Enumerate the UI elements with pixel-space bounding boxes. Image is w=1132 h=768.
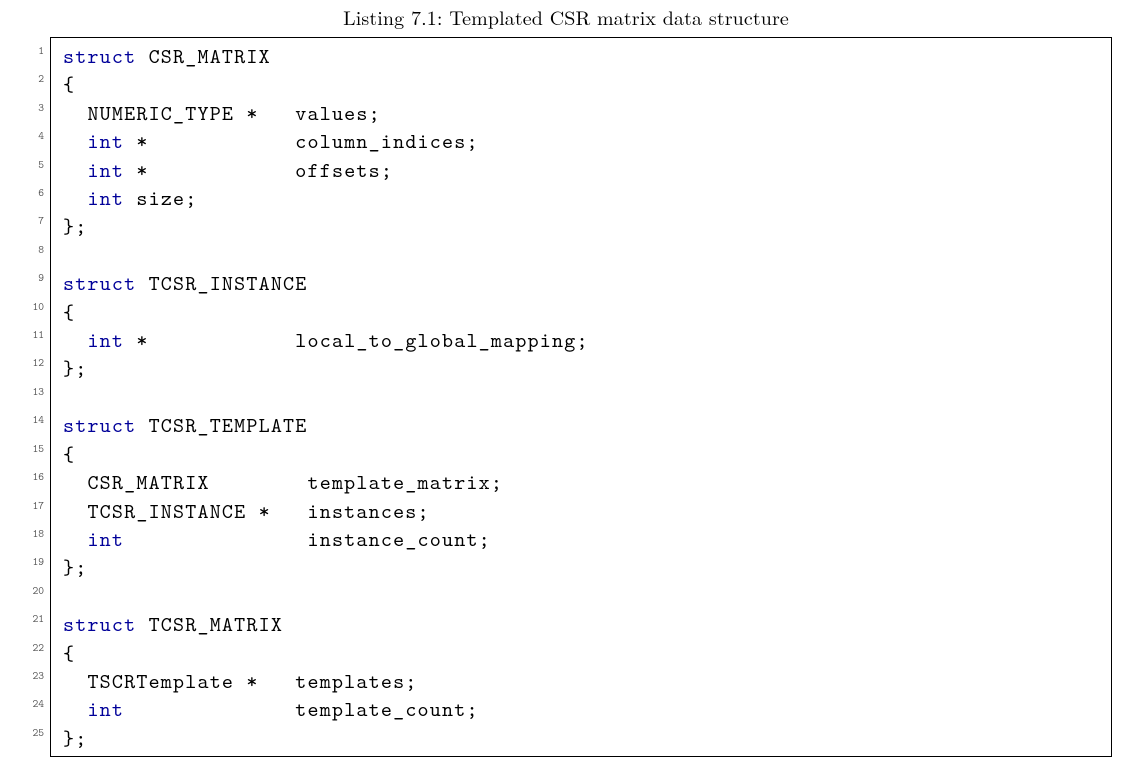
- line-number: 11: [20, 321, 44, 349]
- code-text: [63, 326, 87, 354]
- code-line: };: [63, 553, 1099, 581]
- line-number-gutter: 1234567891011121314151617181920212223242…: [20, 37, 50, 757]
- code-text: size;: [124, 184, 197, 212]
- code-box: struct CSR_MATRIX{ NUMERIC_TYPE * values…: [50, 37, 1112, 757]
- code-text: TCSR_INSTANCE * instances;: [63, 497, 430, 525]
- line-number: 7: [20, 207, 44, 235]
- line-number: 4: [20, 122, 44, 150]
- keyword: int: [87, 127, 124, 155]
- line-number: 1: [20, 37, 44, 65]
- code-text: TCSR_TEMPLATE: [136, 411, 307, 439]
- code-line: };: [63, 354, 1099, 382]
- code-line: int size;: [63, 184, 1099, 212]
- line-number: 12: [20, 349, 44, 377]
- code-line: int * column_indices;: [63, 127, 1099, 155]
- code-line: [63, 383, 1099, 411]
- line-number: 14: [20, 406, 44, 434]
- line-number: 3: [20, 94, 44, 122]
- code-line: {: [63, 440, 1099, 468]
- listing: 1234567891011121314151617181920212223242…: [20, 37, 1112, 757]
- keyword: struct: [63, 42, 136, 70]
- page: Listing 7.1: Templated CSR matrix data s…: [0, 2, 1132, 768]
- code-line: {: [63, 298, 1099, 326]
- code-text: * local_to_global_mapping;: [124, 326, 589, 354]
- code-line: {: [63, 70, 1099, 98]
- line-number: 23: [20, 662, 44, 690]
- code-text: * offsets;: [124, 156, 393, 184]
- line-number: 20: [20, 577, 44, 605]
- line-number: 6: [20, 179, 44, 207]
- line-number: 22: [20, 634, 44, 662]
- code-text: };: [63, 553, 87, 581]
- code-line: struct TCSR_TEMPLATE: [63, 411, 1099, 439]
- code-line: [63, 582, 1099, 610]
- code-line: struct TCSR_INSTANCE: [63, 269, 1099, 297]
- code-text: TCSR_INSTANCE: [136, 269, 307, 297]
- keyword: struct: [63, 269, 136, 297]
- code-line: struct TCSR_MATRIX: [63, 610, 1099, 638]
- code-text: CSR_MATRIX template_matrix;: [63, 468, 503, 496]
- code-line: CSR_MATRIX template_matrix;: [63, 468, 1099, 496]
- code-line: NUMERIC_TYPE * values;: [63, 99, 1099, 127]
- code-line: {: [63, 639, 1099, 667]
- line-number: 25: [20, 719, 44, 747]
- code-line: int template_count;: [63, 695, 1099, 723]
- code-text: TSCRTemplate * templates;: [63, 667, 418, 695]
- code-text: {: [63, 639, 75, 667]
- line-number: 16: [20, 463, 44, 491]
- line-number: 9: [20, 264, 44, 292]
- code-text: {: [63, 298, 75, 326]
- keyword: int: [87, 156, 124, 184]
- keyword: struct: [63, 610, 136, 638]
- code-line: };: [63, 212, 1099, 240]
- keyword: int: [87, 184, 124, 212]
- keyword: int: [87, 326, 124, 354]
- code-text: };: [63, 354, 87, 382]
- code-text: };: [63, 724, 87, 752]
- code-text: * column_indices;: [124, 127, 479, 155]
- line-number: 21: [20, 605, 44, 633]
- code-text: };: [63, 212, 87, 240]
- line-number: 17: [20, 492, 44, 520]
- keyword: struct: [63, 411, 136, 439]
- line-number: 8: [20, 236, 44, 264]
- code-text: {: [63, 70, 75, 98]
- line-number: 18: [20, 520, 44, 548]
- line-number: 24: [20, 690, 44, 718]
- code-text: template_count;: [124, 695, 479, 723]
- listing-caption: Listing 7.1: Templated CSR matrix data s…: [20, 2, 1112, 31]
- code-text: [63, 184, 87, 212]
- line-number: 15: [20, 435, 44, 463]
- code-text: [63, 156, 87, 184]
- code-text: TCSR_MATRIX: [136, 610, 283, 638]
- code-line: TCSR_INSTANCE * instances;: [63, 497, 1099, 525]
- code-line: int instance_count;: [63, 525, 1099, 553]
- code-text: instance_count;: [124, 525, 491, 553]
- code-line: [63, 241, 1099, 269]
- line-number: 10: [20, 293, 44, 321]
- code-line: struct CSR_MATRIX: [63, 42, 1099, 70]
- line-number: 19: [20, 548, 44, 576]
- line-number: 13: [20, 378, 44, 406]
- line-number: 5: [20, 151, 44, 179]
- keyword: int: [87, 525, 124, 553]
- code-line: int * offsets;: [63, 156, 1099, 184]
- code-line: int * local_to_global_mapping;: [63, 326, 1099, 354]
- line-number: 2: [20, 65, 44, 93]
- code-text: [63, 525, 87, 553]
- code-text: [63, 127, 87, 155]
- code-text: NUMERIC_TYPE * values;: [63, 99, 381, 127]
- code-line: };: [63, 724, 1099, 752]
- code-line: TSCRTemplate * templates;: [63, 667, 1099, 695]
- keyword: int: [87, 695, 124, 723]
- code-text: {: [63, 440, 75, 468]
- code-text: CSR_MATRIX: [136, 42, 270, 70]
- code-text: [63, 695, 87, 723]
